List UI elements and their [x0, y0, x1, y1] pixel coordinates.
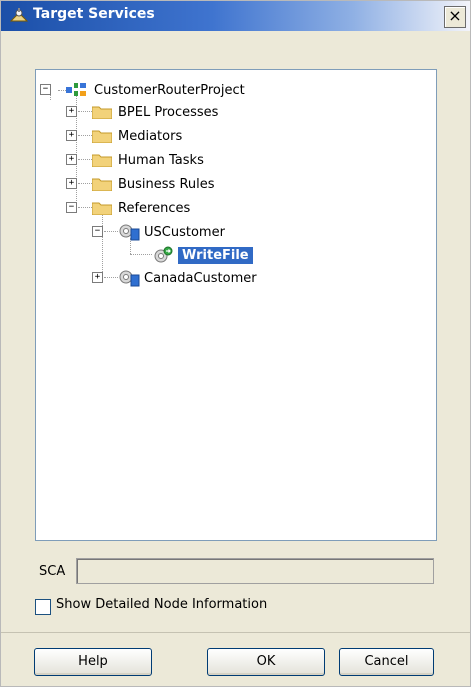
service-reference-icon — [119, 270, 140, 287]
target-services-dialog: Target Services × − CustomerRouterProjec… — [0, 0, 471, 687]
tree-node-references[interactable]: References — [91, 197, 191, 219]
title-bar: Target Services × — [1, 1, 470, 31]
expand-toggle-bpel[interactable]: + — [66, 106, 77, 117]
tree-node-root[interactable]: CustomerRouterProject — [66, 79, 245, 101]
target-services-icon — [9, 8, 29, 22]
close-button[interactable]: × — [444, 6, 466, 28]
folder-icon — [91, 105, 113, 120]
collapse-toggle-references[interactable]: − — [66, 202, 77, 213]
tree-label: Human Tasks — [118, 152, 204, 168]
tree-node-business-rules[interactable]: Business Rules — [91, 173, 215, 195]
expand-toggle-canadacustomer[interactable]: + — [92, 272, 103, 283]
collapse-toggle-uscustomer[interactable]: − — [92, 226, 103, 237]
tree-label: USCustomer — [144, 224, 225, 240]
project-icon — [66, 83, 86, 96]
tree-label: CanadaCustomer — [144, 270, 257, 286]
show-detailed-checkbox[interactable] — [35, 599, 51, 615]
tree-node-uscustomer[interactable]: USCustomer — [118, 221, 225, 243]
button-separator — [1, 632, 470, 633]
operation-icon — [154, 246, 173, 263]
tree-node-canadacustomer[interactable]: CanadaCustomer — [118, 267, 257, 289]
tree-label: Mediators — [118, 128, 183, 144]
tree-label-selected: WriteFile — [178, 246, 253, 264]
show-detailed-label[interactable]: Show Detailed Node Information — [56, 597, 267, 612]
tree-label-root: CustomerRouterProject — [94, 82, 245, 98]
sca-field — [76, 558, 434, 584]
ok-button[interactable]: OK — [207, 648, 325, 676]
folder-icon — [91, 129, 113, 144]
tree-node-bpel-processes[interactable]: BPEL Processes — [91, 101, 219, 123]
collapse-toggle-root[interactable]: − — [40, 84, 51, 95]
tree-label: BPEL Processes — [118, 104, 219, 120]
tree-label: Business Rules — [118, 176, 215, 192]
tree-node-mediators[interactable]: Mediators — [91, 125, 183, 147]
tree-node-human-tasks[interactable]: Human Tasks — [91, 149, 204, 171]
folder-icon — [91, 177, 113, 192]
sca-label: SCA — [39, 564, 66, 579]
help-button[interactable]: Help — [34, 648, 152, 676]
folder-icon — [91, 153, 113, 168]
expand-toggle-mediators[interactable]: + — [66, 130, 77, 141]
tree-panel[interactable]: − CustomerRouterProject + BPEL Processes… — [35, 69, 437, 541]
expand-toggle-business-rules[interactable]: + — [66, 178, 77, 189]
expand-toggle-human-tasks[interactable]: + — [66, 154, 77, 165]
window-title: Target Services — [33, 6, 155, 22]
folder-icon — [91, 201, 113, 216]
tree-node-writefile[interactable]: WriteFile — [152, 244, 253, 266]
service-reference-icon — [119, 224, 140, 241]
cancel-button[interactable]: Cancel — [339, 648, 434, 676]
tree-label: References — [118, 200, 191, 216]
